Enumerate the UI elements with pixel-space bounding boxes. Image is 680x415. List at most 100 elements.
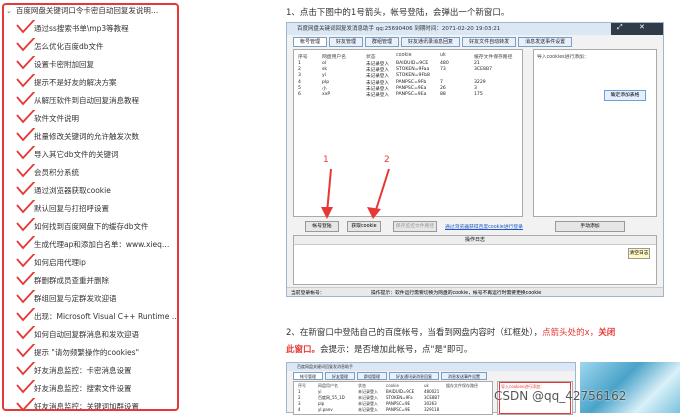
tab-file-forward[interactable]: 好友文件自动转发 xyxy=(462,37,517,47)
step2-text-c: 关闭 xyxy=(598,328,616,338)
table-cell: yl.panv xyxy=(318,407,333,412)
table-cell: 7 xyxy=(440,79,443,85)
table-cell: PANPSC=9Fb xyxy=(396,79,427,85)
table-cell: STOKEN=9Faa xyxy=(396,67,430,73)
table-cell: yi xyxy=(318,389,322,394)
table-cell: 未记录登入 xyxy=(366,74,389,80)
table-cell: xxP xyxy=(322,92,331,97)
get-cookie-button[interactable]: 获取cookie xyxy=(347,221,381,232)
table-cell: 1 xyxy=(298,61,301,66)
tab-groups[interactable]: 群组管理 xyxy=(365,37,400,47)
red-arrows-icon xyxy=(321,168,390,219)
col-header: 缓存文件保存路径 xyxy=(474,55,513,60)
table-cell: plp xyxy=(322,79,330,85)
step2-text-a: 2、在新窗口中登陆自己的百度帐号，当看到网盘内容时（红框处）， xyxy=(286,328,543,338)
table-cell: 1 xyxy=(298,389,301,394)
step2-caption: 2、在新窗口中登陆自己的百度帐号，当看到网盘内容时（红框处），点箭头处的x，关闭… xyxy=(286,325,674,359)
col-header: cookie xyxy=(386,383,399,388)
table-cell: 175 xyxy=(474,92,483,97)
col-header: 缓存文件保存路径 xyxy=(446,383,478,388)
window-title: 百度网盘关键词回复发消息助手 qq:25690406 到期时间：2071-02-… xyxy=(287,23,663,35)
minimize-icon[interactable]: ⤢ xyxy=(617,23,623,32)
table-cell: 未记录登入 xyxy=(366,86,389,92)
background-photo xyxy=(580,362,680,413)
browser-cookie-link[interactable]: 通过浏览器获得百度cookie进行登录 xyxy=(445,223,523,230)
app-window-screenshot-2: 百度网盘关键词回复发消息助手 帐号管理 好友管理 群组管理 好友通讯录消息回复 … xyxy=(286,362,576,415)
tab-accounts[interactable]: 帐号管理 xyxy=(293,37,328,47)
table-cell: sk xyxy=(322,67,328,73)
table-cell: 小 xyxy=(322,86,327,92)
window-controls: ⤢ ✕ xyxy=(611,23,663,35)
table-cell: 4 xyxy=(298,79,301,85)
col-header: 状态 xyxy=(366,55,376,60)
col-header: cookie xyxy=(396,53,412,58)
table-cell: 3CE8B7 xyxy=(474,67,493,73)
status-bar: 当前登录帐号： 操作提示：软件运行需要切换为网盘的cookie，帐号不再运行时需… xyxy=(287,287,663,296)
table-cell: BAIDUID=9CE xyxy=(396,61,429,66)
clear-log-button[interactable]: 清空日志 xyxy=(628,248,650,259)
save-path-button[interactable]: 保存监控文件路径 xyxy=(393,221,437,232)
table-cell: yi xyxy=(322,73,326,79)
table-cell: 21 xyxy=(474,61,480,66)
table-cell: 73 xyxy=(440,67,446,73)
col-header: uk xyxy=(440,53,446,58)
table-cell: 2 xyxy=(298,395,301,400)
table-cell: 3 xyxy=(298,401,301,406)
table-cell: ol xyxy=(322,61,327,66)
tab-events-2[interactable]: 消息发送事件设置 xyxy=(441,372,487,380)
table-cell: 未记录登入 xyxy=(366,62,389,67)
cookie-import-label: 导入cookies进行添加： xyxy=(537,55,589,60)
table-cell: plp xyxy=(318,401,325,406)
col-header: uk xyxy=(424,383,429,388)
status-hint: 操作提示：软件运行需要切换为网盘的cookie，帐号不再运行时需要更换cooki… xyxy=(371,291,542,296)
step2-text-e: 会提示：是否增加此帐号，点"是"即可。 xyxy=(320,345,473,355)
table-cell: PANPSC=9E xyxy=(386,401,411,406)
tab-bar: 帐号管理 好友管理 群组管理 好友通讯录消息回复 好友文件自动转发 消息发送事件… xyxy=(293,37,573,47)
table-cell: 3 xyxy=(298,73,301,79)
table-cell: 3 xyxy=(474,85,477,91)
tab-accounts-2[interactable]: 帐号管理 xyxy=(293,372,323,380)
current-account-label: 当前登录帐号： xyxy=(291,291,325,296)
tab-message-events[interactable]: 消息发送事件设置 xyxy=(518,37,573,47)
table-cell: 480 xyxy=(440,61,449,66)
arrow-label-1: 1 xyxy=(323,155,329,165)
table-cell: 3229 xyxy=(474,79,486,85)
step1-caption: 1、点击下图中的1号箭头，帐号登陆，会弹出一个新窗口。 xyxy=(286,8,510,18)
accounts-table-2: 序号 网盘用户名 状态 cookie uk 缓存文件保存路径 1 yi 未记录登入 B… xyxy=(293,381,493,415)
operation-log: 操作日志 清空日志 xyxy=(293,235,657,285)
tab-contacts-2[interactable]: 好友通讯录消息回复 xyxy=(389,372,439,380)
tab-groups-2[interactable]: 群组管理 xyxy=(357,372,387,380)
table-cell: 2 xyxy=(298,67,301,73)
table-cell: 3CE8B7 xyxy=(424,395,440,400)
col-header: 网盘用户名 xyxy=(322,55,346,60)
confirm-add-button[interactable]: 确定添加表格 xyxy=(604,90,646,101)
tab-bar-2: 帐号管理 好友管理 群组管理 好友通讯录消息回复 消息发送事件设置 xyxy=(293,372,487,380)
table-cell: 88 xyxy=(440,92,446,97)
tab-friends-2[interactable]: 好友管理 xyxy=(325,372,355,380)
step2-text-d: 此窗口。 xyxy=(286,345,321,355)
table-cell: 329118 xyxy=(424,407,440,412)
account-login-button[interactable]: 帐号登陆 xyxy=(305,221,339,232)
table-cell: PANPSC=9E xyxy=(386,407,411,412)
table-cell: 未记录登入 xyxy=(366,80,389,86)
manual-add-button[interactable]: 手动添加 xyxy=(555,221,625,232)
tab-friends[interactable]: 好友管理 xyxy=(329,37,364,47)
table-cell: 26 xyxy=(440,85,446,91)
log-header: 操作日志 xyxy=(294,236,656,245)
arrow-label-2: 2 xyxy=(384,155,390,165)
table-cell: 480021 xyxy=(424,389,440,394)
table-cell: 30263 xyxy=(424,401,437,406)
table-cell: STOKEN=9Fb8 xyxy=(396,73,430,79)
table-cell: 未记录登入 xyxy=(366,93,389,98)
table-cell: PANPSC=9Ea xyxy=(396,92,427,97)
table-cell: PANPSC=9Ea xyxy=(396,85,427,91)
step2-text-b: 点箭头处的x， xyxy=(542,328,599,338)
col-header: 序号 xyxy=(298,55,308,60)
window-title-2: 百度网盘关键词回复发消息助手 xyxy=(287,363,575,371)
table-cell: 5 xyxy=(298,85,301,91)
tab-contacts-reply[interactable]: 好友通讯录消息回复 xyxy=(401,37,461,47)
close-icon[interactable]: ✕ xyxy=(639,23,645,31)
cookie-import-panel: 导入cookies进行添加： 确定添加表格 xyxy=(533,49,657,217)
app-window-screenshot: 百度网盘关键词回复发消息助手 qq:25690406 到期时间：2071-02-… xyxy=(286,22,664,297)
table-cell: 未记录登入 xyxy=(358,407,378,412)
